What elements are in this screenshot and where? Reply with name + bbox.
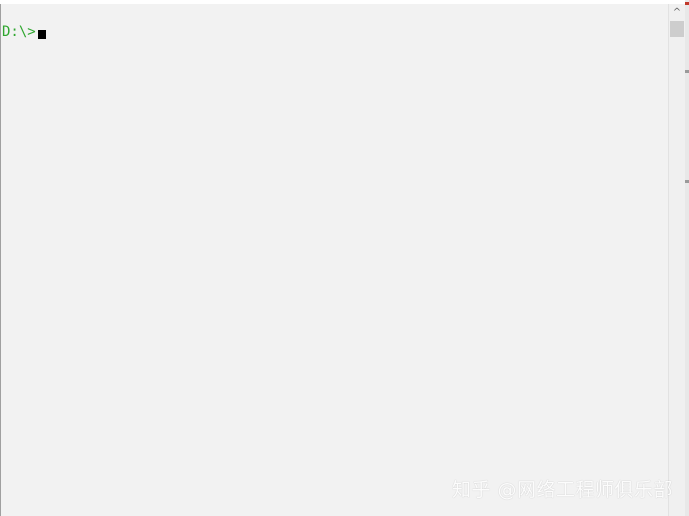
background-window-edge (685, 0, 689, 516)
vertical-scrollbar[interactable]: ^ (668, 4, 685, 516)
scroll-up-button[interactable]: ^ (669, 4, 685, 21)
prompt-line: D:\> (2, 23, 46, 41)
edge-mark (685, 70, 689, 73)
edge-mark (685, 2, 689, 5)
watermark: 知乎 @网络工程师俱乐部 (451, 479, 673, 501)
edge-mark (685, 180, 689, 183)
terminal-area[interactable]: D:\> (1, 4, 668, 516)
console-window[interactable]: D:\> ^ 知乎 @网络工程师俱乐部 (0, 0, 689, 516)
chevron-up-icon: ^ (672, 7, 682, 18)
scroll-thumb[interactable] (670, 21, 684, 37)
text-cursor (37, 29, 46, 39)
prompt-text: D:\> (2, 24, 36, 40)
